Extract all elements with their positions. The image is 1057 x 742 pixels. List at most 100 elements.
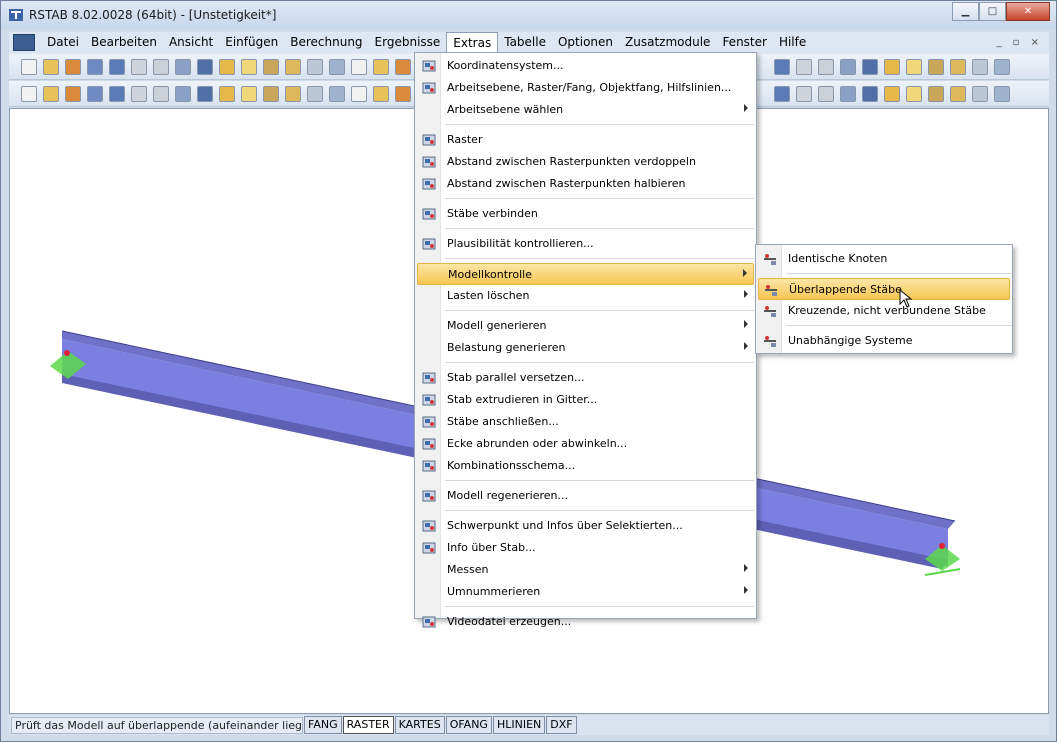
toolbar-tool-icon[interactable] [884,86,900,102]
toolbar-tool-icon[interactable] [395,59,411,75]
menu-item-info-über-stab[interactable]: Info über Stab... [417,537,754,559]
toolbar-tool-icon[interactable] [972,86,988,102]
toolbar-tool-icon[interactable] [241,86,257,102]
menu-fenster[interactable]: Fenster [716,32,773,54]
status-toggle-dxf[interactable]: DXF [546,716,577,734]
toolbar-tool-icon[interactable] [21,59,37,75]
toolbar-tool-icon[interactable] [972,59,988,75]
toolbar-tool-icon[interactable] [796,59,812,75]
toolbar-tool-icon[interactable] [928,86,944,102]
toolbar-tool-icon[interactable] [950,86,966,102]
menu-item-abstand-zwischen-rasterpunkten-verdoppeln[interactable]: Abstand zwischen Rasterpunkten verdoppel… [417,151,754,173]
toolbar-tool-icon[interactable] [774,59,790,75]
toolbar-tool-icon[interactable] [840,86,856,102]
menu-item-koordinatensystem[interactable]: Koordinatensystem... [417,55,754,77]
status-toggle-kartes[interactable]: KARTES [394,716,445,734]
menu-item-umnummerieren[interactable]: Umnummerieren [417,581,754,603]
toolbar-tool-icon[interactable] [87,86,103,102]
toolbar-tool-icon[interactable] [818,86,834,102]
toolbar-tool-icon[interactable] [21,86,37,102]
toolbar-tool-icon[interactable] [307,59,323,75]
menu-extras[interactable]: Extras [446,32,499,54]
menu-item-abstand-zwischen-rasterpunkten-halbieren[interactable]: Abstand zwischen Rasterpunkten halbieren [417,173,754,195]
mdi-window-buttons[interactable]: _ ▫ × [996,37,1043,48]
menu-berechnung[interactable]: Berechnung [284,32,368,54]
toolbar-tool-icon[interactable] [884,59,900,75]
toolbar-tool-icon[interactable] [153,86,169,102]
menu-item-stab-extrudieren-in-gitter[interactable]: Stab extrudieren in Gitter... [417,389,754,411]
submenu-item-unabhängige-systeme[interactable]: Unabhängige Systeme [758,330,1010,352]
maximize-button[interactable]: □ [979,2,1006,21]
toolbar-tool-icon[interactable] [131,59,147,75]
status-toggle-ofang[interactable]: OFANG [445,716,492,734]
toolbar-tool-icon[interactable] [373,59,389,75]
toolbar-tool-icon[interactable] [175,86,191,102]
toolbar-tool-icon[interactable] [994,59,1010,75]
toolbar-tool-icon[interactable] [175,59,191,75]
status-toggle-fang[interactable]: FANG [304,716,342,734]
menu-zusatzmodule[interactable]: Zusatzmodule [619,32,716,54]
document-menu-icon[interactable] [13,34,35,51]
menu-einfügen[interactable]: Einfügen [219,32,284,54]
toolbar-tool-icon[interactable] [109,59,125,75]
toolbar-tool-icon[interactable] [351,86,367,102]
menu-item-belastung-generieren[interactable]: Belastung generieren [417,337,754,359]
menu-ergebnisse[interactable]: Ergebnisse [369,32,447,54]
menu-item-raster[interactable]: Raster [417,129,754,151]
toolbar-tool-icon[interactable] [241,59,257,75]
toolbar-tool-icon[interactable] [131,86,147,102]
menu-item-stäbe-anschließen[interactable]: Stäbe anschließen... [417,411,754,433]
menu-item-modell-regenerieren[interactable]: Modell regenerieren... [417,485,754,507]
submenu-item-identische-knoten[interactable]: Identische Knoten [758,248,1010,270]
toolbar-tool-icon[interactable] [65,59,81,75]
submenu-item-kreuzende-nicht-verbundene-stäbe[interactable]: Kreuzende, nicht verbundene Stäbe [758,300,1010,322]
close-button[interactable]: ✕ [1006,2,1050,21]
menu-item-schwerpunkt-und-infos-über-selektierten[interactable]: Schwerpunkt und Infos über Selektierten.… [417,515,754,537]
menu-item-kombinationsschema[interactable]: Kombinationsschema... [417,455,754,477]
menu-tabelle[interactable]: Tabelle [498,32,552,54]
toolbar-tool-icon[interactable] [840,59,856,75]
menu-item-plausibilität-kontrollieren[interactable]: Plausibilität kontrollieren... [417,233,754,255]
toolbar-tool-icon[interactable] [219,59,235,75]
menu-item-modell-generieren[interactable]: Modell generieren [417,315,754,337]
toolbar-tool-icon[interactable] [373,86,389,102]
toolbar-tool-icon[interactable] [351,59,367,75]
toolbar-tool-icon[interactable] [862,59,878,75]
menu-item-videodatei-erzeugen[interactable]: Videodatei erzeugen... [417,611,754,633]
toolbar-tool-icon[interactable] [950,59,966,75]
toolbar-tool-icon[interactable] [906,86,922,102]
toolbar-tool-icon[interactable] [109,86,125,102]
toolbar-tool-icon[interactable] [65,86,81,102]
toolbar-tool-icon[interactable] [43,86,59,102]
menu-item-stab-parallel-versetzen[interactable]: Stab parallel versetzen... [417,367,754,389]
menu-item-modellkontrolle[interactable]: Modellkontrolle [417,263,754,285]
toolbar-tool-icon[interactable] [219,86,235,102]
toolbar-tool-icon[interactable] [87,59,103,75]
title-bar[interactable]: RSTAB 8.02.0028 (64bit) - [Unstetigkeit*… [1,1,1056,29]
menu-datei[interactable]: Datei [41,32,85,54]
menu-bearbeiten[interactable]: Bearbeiten [85,32,163,54]
menu-item-messen[interactable]: Messen [417,559,754,581]
toolbar-tool-icon[interactable] [329,86,345,102]
toolbar-tool-icon[interactable] [774,86,790,102]
toolbar-tool-icon[interactable] [197,86,213,102]
toolbar-tool-icon[interactable] [395,86,411,102]
toolbar-tool-icon[interactable] [796,86,812,102]
menu-item-ecke-abrunden-oder-abwinkeln[interactable]: Ecke abrunden oder abwinkeln... [417,433,754,455]
submenu-item-überlappende-stäbe[interactable]: Überlappende Stäbe [758,278,1010,300]
toolbar-tool-icon[interactable] [285,59,301,75]
menu-item-lasten-löschen[interactable]: Lasten löschen [417,285,754,307]
toolbar-tool-icon[interactable] [329,59,345,75]
toolbar-tool-icon[interactable] [307,86,323,102]
toolbar-tool-icon[interactable] [197,59,213,75]
menu-item-stäbe-verbinden[interactable]: Stäbe verbinden [417,203,754,225]
toolbar-tool-icon[interactable] [928,59,944,75]
menu-ansicht[interactable]: Ansicht [163,32,219,54]
menu-item-arbeitsebene-raster-fang-objektfang-hilfslinien[interactable]: Arbeitsebene, Raster/Fang, Objektfang, H… [417,77,754,99]
toolbar-tool-icon[interactable] [818,59,834,75]
menu-hilfe[interactable]: Hilfe [773,32,812,54]
toolbar-tool-icon[interactable] [994,86,1010,102]
toolbar-tool-icon[interactable] [285,86,301,102]
menu-optionen[interactable]: Optionen [552,32,619,54]
status-toggle-hlinien[interactable]: HLINIEN [492,716,546,734]
